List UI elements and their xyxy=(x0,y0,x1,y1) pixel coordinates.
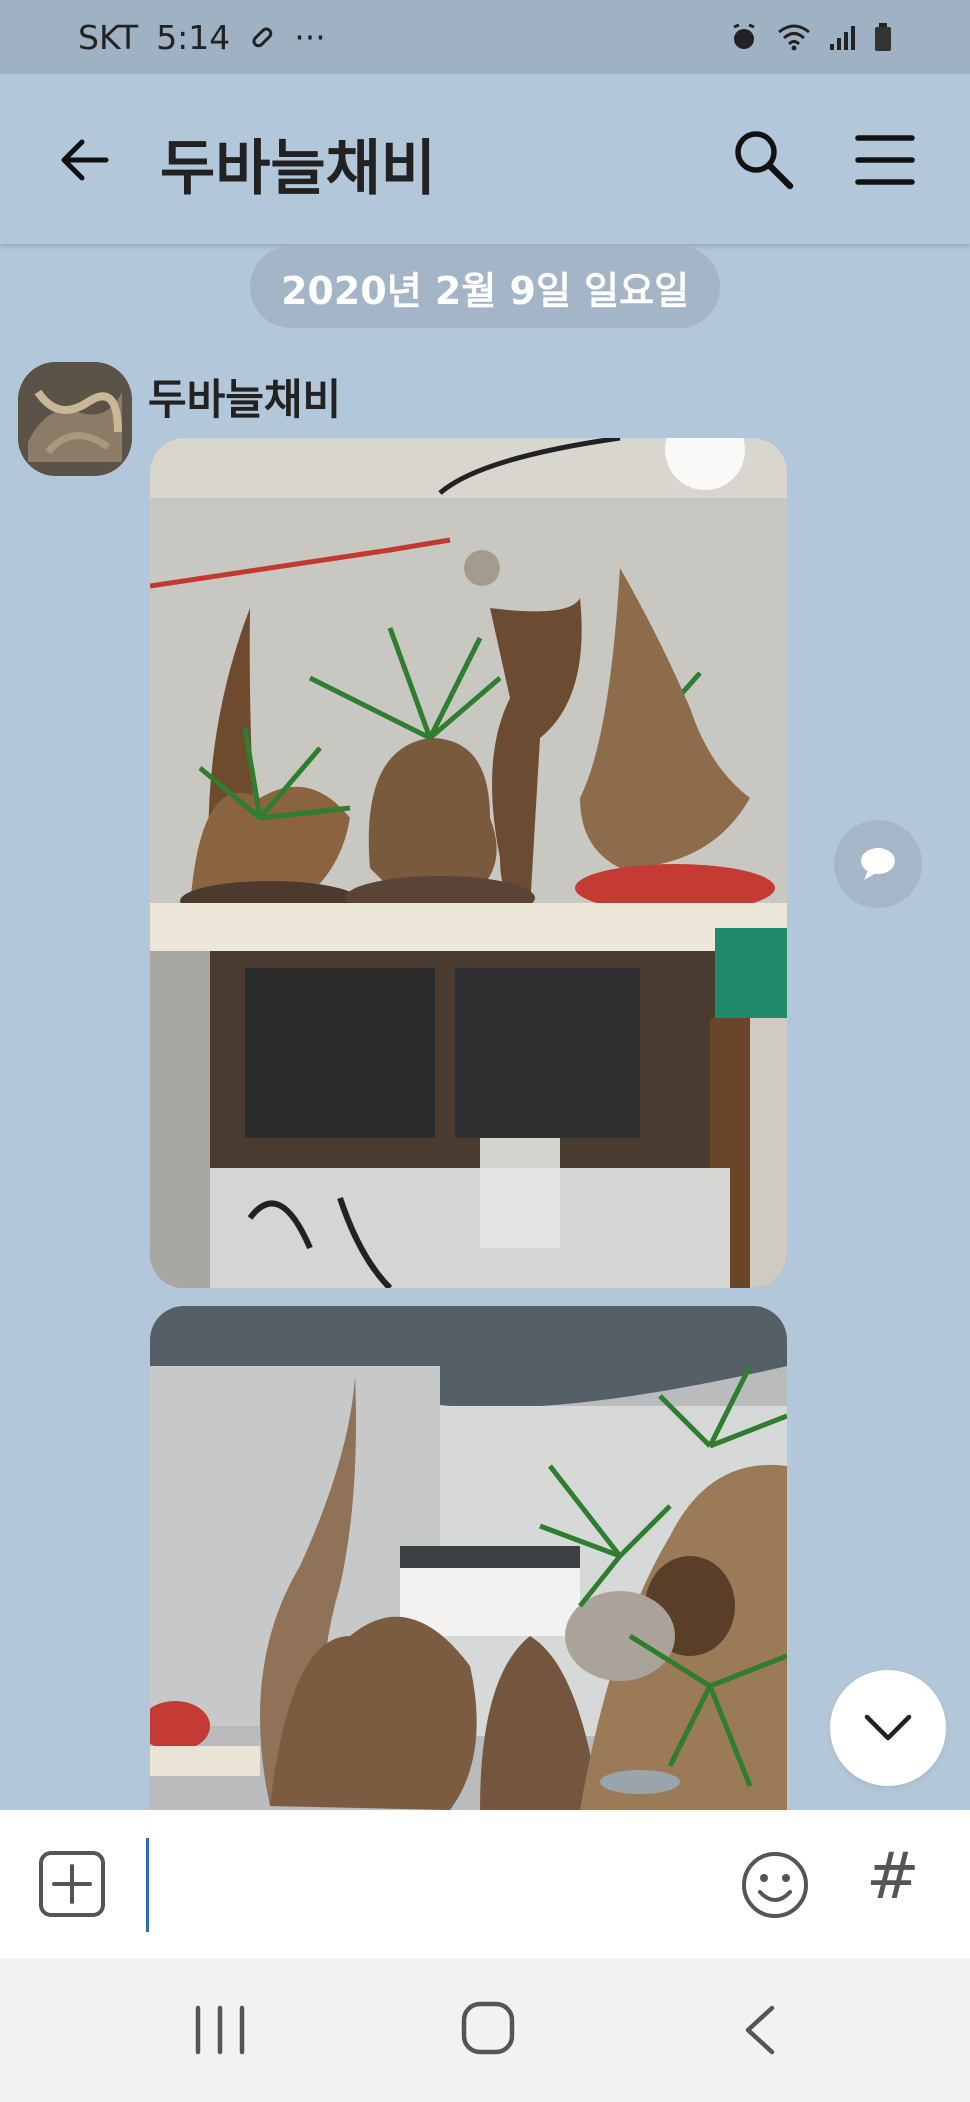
recent-apps-icon[interactable] xyxy=(192,2004,248,2056)
scroll-to-bottom-button[interactable] xyxy=(830,1670,946,1786)
pill-icon xyxy=(252,27,273,48)
chat-header: 두바늘채비 xyxy=(0,74,970,244)
share-button[interactable] xyxy=(834,820,922,908)
alarm-icon xyxy=(733,23,755,49)
system-nav-bar xyxy=(0,1958,970,2102)
chat-title: 두바늘채비 xyxy=(160,134,436,204)
sender-name: 두바늘채비 xyxy=(148,375,342,424)
date-divider: 2020년 2월 9일 일요일 xyxy=(250,246,720,328)
back-arrow-icon[interactable] xyxy=(56,132,112,188)
photo-message-2[interactable] xyxy=(150,1306,787,1810)
clock: 5:14 xyxy=(156,17,231,57)
message-input[interactable] xyxy=(144,1840,704,1930)
chevron-down-icon xyxy=(864,1714,912,1741)
text-cursor xyxy=(146,1838,149,1932)
emoji-icon[interactable] xyxy=(740,1850,810,1920)
signal-icon xyxy=(830,26,855,50)
share-icon xyxy=(861,848,895,880)
wifi-icon xyxy=(778,24,810,51)
more-notifications-icon: ··· xyxy=(294,17,326,57)
battery-icon xyxy=(875,23,891,51)
search-icon[interactable] xyxy=(730,126,796,192)
plus-icon[interactable] xyxy=(38,1850,106,1918)
status-bar: SKT 5:14 ··· xyxy=(0,0,970,74)
avatar[interactable] xyxy=(18,362,132,476)
hashtag-button[interactable]: # xyxy=(866,1840,920,1914)
message-input-bar: # xyxy=(0,1810,970,1958)
home-icon[interactable] xyxy=(460,2000,516,2056)
nav-back-icon[interactable] xyxy=(740,2004,780,2056)
menu-icon[interactable] xyxy=(852,130,918,190)
photo-message[interactable] xyxy=(150,438,787,1288)
carrier-label: SKT xyxy=(78,17,139,57)
